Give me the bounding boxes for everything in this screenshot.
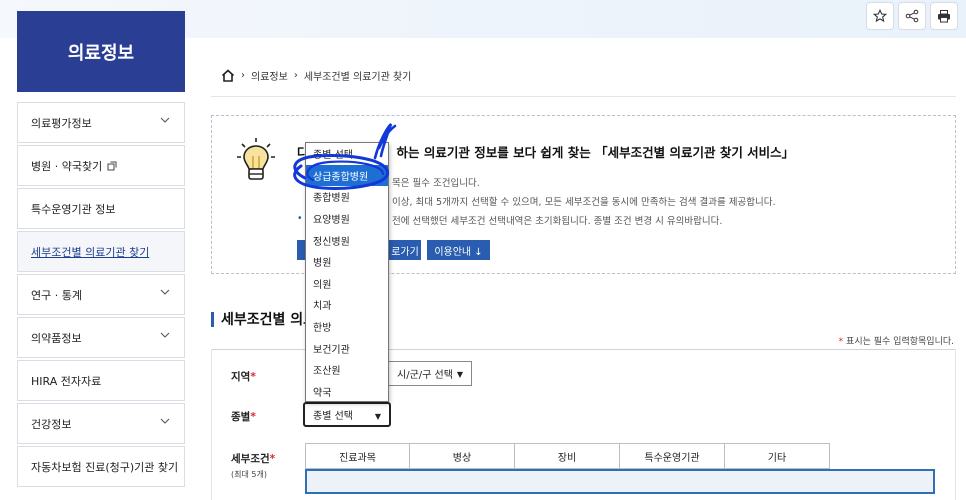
sidebar-item-label: 의료평가정보 xyxy=(31,116,92,130)
sidebar-item-label: 자동차보험 진료(청구)기관 찾기 xyxy=(31,460,179,474)
sidebar-item-label: 의약품정보 xyxy=(31,331,82,345)
type-label-text: 종별 xyxy=(231,411,251,423)
dropdown-arrow-icon: ▼ xyxy=(456,370,463,379)
shortcut-button[interactable]: 로가기 xyxy=(389,240,421,260)
sidebar-item-research[interactable]: 연구 · 통계 xyxy=(17,274,185,315)
required-star: * xyxy=(250,371,256,383)
sidebar-item-health[interactable]: 건강정보 xyxy=(17,403,185,444)
dropdown-option[interactable]: 조산원 xyxy=(306,359,388,381)
chevron-down-icon xyxy=(160,332,170,338)
home-icon[interactable] xyxy=(221,69,235,82)
sidebar-item-hira-data[interactable]: HIRA 전자자료 xyxy=(17,360,185,401)
external-link-icon xyxy=(107,161,117,170)
sidebar-title: 의료정보 xyxy=(17,11,185,92)
condition-sublabel: (최대 5개) xyxy=(231,470,267,479)
required-star: * xyxy=(838,337,844,347)
required-star: * xyxy=(250,411,256,423)
chevron-down-icon xyxy=(160,418,170,424)
sidebar-item-evaluation[interactable]: 의료평가정보 xyxy=(17,102,185,143)
usage-guide-button[interactable]: 이용안내 ↓ xyxy=(427,240,490,260)
tab-special-institution[interactable]: 특수운영기관 xyxy=(620,443,725,469)
district-select-value: 시/군/구 선택 xyxy=(397,370,453,381)
tab-other[interactable]: 기타 xyxy=(725,443,830,469)
sidebar-item-label: 특수운영기관 정보 xyxy=(31,202,116,216)
condition-label: 세부조건* xyxy=(231,451,275,466)
info-line: 이상, 최대 5개까지 선택할 수 있으며, 모든 세부조건을 동시에 만족하는… xyxy=(392,197,776,208)
chevron-down-icon xyxy=(160,117,170,123)
dropdown-option[interactable]: 한방 xyxy=(306,316,388,338)
dropdown-arrow-icon: ▼ xyxy=(374,412,381,421)
sidebar-item-special[interactable]: 특수운영기관 정보 xyxy=(17,188,185,229)
dropdown-option[interactable]: 치과 xyxy=(306,294,388,316)
sidebar-item-car-insurance[interactable]: 자동차보험 진료(청구)기관 찾기 xyxy=(17,446,185,487)
type-select-value: 종별 선택 xyxy=(313,411,353,422)
chevron-down-icon xyxy=(160,289,170,295)
sidebar-item-label: 건강정보 xyxy=(31,417,72,431)
dropdown-option[interactable]: 약국 xyxy=(306,381,388,403)
section-title: 세부조건별 의료 xyxy=(211,309,316,329)
breadcrumb-current[interactable]: 세부조건별 의료기관 찾기 xyxy=(304,68,412,83)
condition-tabs: 진료과목 병상 장비 특수운영기관 기타 xyxy=(305,443,830,469)
dropdown-option[interactable]: 종합병원 xyxy=(306,186,388,208)
sidebar-item-drug[interactable]: 의약품정보 xyxy=(17,317,185,358)
breadcrumb-item[interactable]: 의료정보 xyxy=(251,68,288,83)
lightbulb-icon xyxy=(237,138,275,180)
tab-equipment[interactable]: 장비 xyxy=(515,443,620,469)
section-marker xyxy=(211,311,214,327)
dropdown-option[interactable]: 의원 xyxy=(306,273,388,295)
print-icon[interactable] xyxy=(930,2,958,30)
sidebar-item-detail-search[interactable]: 세부조건별 의료기관 찾기 xyxy=(17,231,185,272)
sidebar-item-label: 세부조건별 의료기관 찾기 xyxy=(31,245,150,259)
dropdown-option[interactable]: 요양병원 xyxy=(306,208,388,230)
share-icon[interactable] xyxy=(898,2,926,30)
required-note-text: 표시는 필수 입력항목입니다. xyxy=(846,337,954,347)
divider xyxy=(211,96,956,97)
type-select[interactable]: 종별 선택 ▼ xyxy=(303,402,391,427)
star-icon[interactable] xyxy=(866,2,894,30)
bullet: • xyxy=(297,213,303,224)
dropdown-option[interactable]: 정신병원 xyxy=(306,229,388,251)
breadcrumb-separator: › xyxy=(293,70,298,81)
district-select[interactable]: 시/군/구 선택 ▼ xyxy=(388,361,472,386)
breadcrumb-separator: › xyxy=(241,70,245,81)
required-note: * 표시는 필수 입력항목입니다. xyxy=(839,334,954,347)
sidebar-item-hospital-pharmacy[interactable]: 병원 · 약국찾기 xyxy=(17,145,185,186)
sidebar-item-label: 병원 · 약국찾기 xyxy=(31,159,103,173)
region-label-text: 지역 xyxy=(231,371,251,383)
info-line: 목은 필수 조건입니다. xyxy=(392,178,480,189)
dropdown-option[interactable]: 종별 선택 xyxy=(306,143,388,165)
dropdown-option[interactable]: 병원 xyxy=(306,251,388,273)
dropdown-option[interactable]: 보건기관 xyxy=(306,337,388,359)
region-label: 지역* xyxy=(231,369,256,384)
breadcrumb: › 의료정보 › 세부조건별 의료기관 찾기 xyxy=(221,68,411,83)
required-star: * xyxy=(269,453,276,465)
type-label: 종별* xyxy=(231,409,256,424)
page: 의료정보 의료평가정보 병원 · 약국찾기 특수운영기관 정보 세부조건별 의료… xyxy=(0,0,966,500)
type-dropdown-list: 종별 선택 상급종합병원 종합병원 요양병원 정신병원 병원 의원 치과 한방 … xyxy=(305,142,389,402)
sidebar-item-label: 연구 · 통계 xyxy=(31,288,82,302)
sidebar-item-label: HIRA 전자자료 xyxy=(31,374,102,388)
condition-selection-area[interactable] xyxy=(305,469,935,494)
dropdown-option-selected[interactable]: 상급종합병원 xyxy=(306,164,388,187)
info-line: 전에 선택했던 세부조건 선택내역은 초기화됩니다. 종별 조건 변경 시 유의… xyxy=(392,216,723,227)
section-title-text: 세부조건별 의료 xyxy=(221,312,317,328)
info-title-text: 하는 의료기관 정보를 보다 쉽게 찾는 「세부조건별 의료기관 찾기 서비스」 xyxy=(396,145,795,160)
toolbar-icons xyxy=(866,2,958,30)
tab-beds[interactable]: 병상 xyxy=(410,443,515,469)
condition-label-text: 세부조건 xyxy=(231,453,270,465)
tab-department[interactable]: 진료과목 xyxy=(305,443,410,469)
